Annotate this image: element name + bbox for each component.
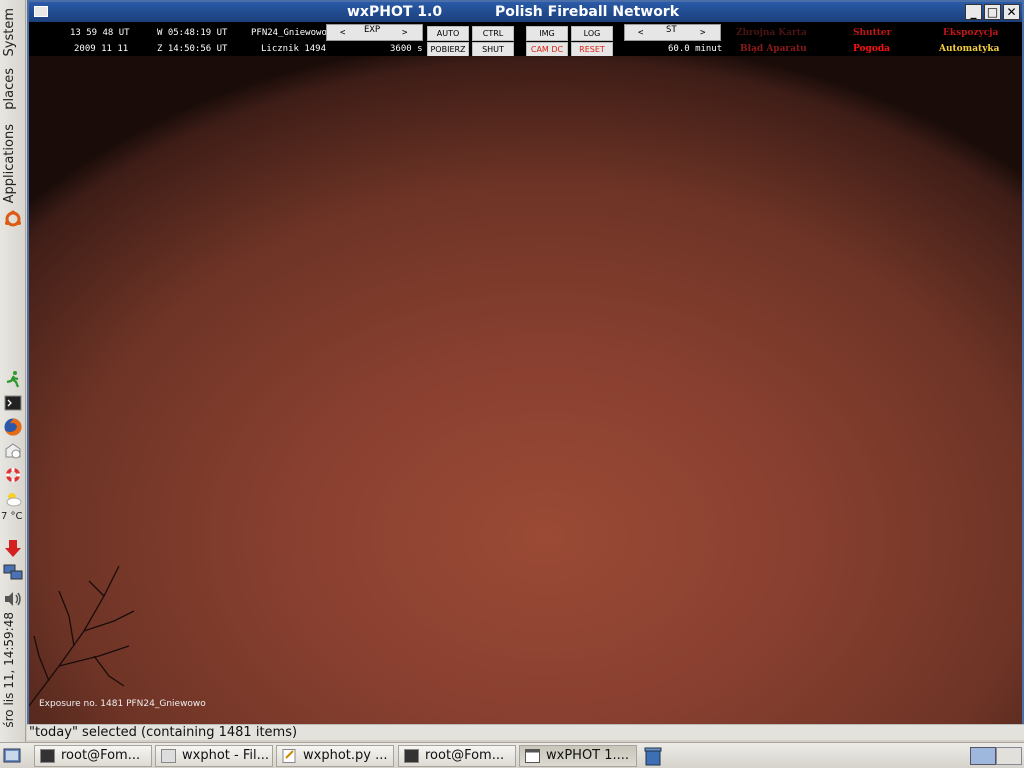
places-menu[interactable]: places xyxy=(2,68,17,110)
exp-prev-button[interactable]: < xyxy=(340,28,345,38)
window-subtitle: Polish Fireball Network xyxy=(495,4,680,20)
auto-button[interactable]: AUTO xyxy=(427,26,469,41)
wxphot-window: wxPHOT 1.0 Polish Fireball Network _ □ ✕… xyxy=(27,0,1024,724)
exp-next-button[interactable]: > xyxy=(402,28,407,38)
z-time: Z 14:50:56 UT xyxy=(157,44,228,54)
station-name: PFN24_Gniewowo xyxy=(251,28,327,38)
st-next-button[interactable]: > xyxy=(700,28,705,38)
task-editor[interactable]: wxphot.py ... xyxy=(276,745,394,767)
terminal-icon xyxy=(40,749,55,763)
help-lifebuoy-icon[interactable] xyxy=(2,464,23,485)
folder-icon xyxy=(161,749,176,763)
task-wxphot[interactable]: wxPHOT 1.... xyxy=(519,745,637,767)
workspace-2[interactable] xyxy=(996,747,1022,765)
clock[interactable]: śro lis 11, 14:59:48 xyxy=(2,612,16,728)
img-button[interactable]: IMG xyxy=(526,26,568,41)
st-label: ST xyxy=(666,25,677,35)
window-menu-icon[interactable] xyxy=(34,6,48,17)
counter: Licznik 1494 xyxy=(261,44,327,54)
taskbar: root@Fom... wxphot - Fil... wxphot.py ..… xyxy=(0,742,1024,768)
trash-icon[interactable] xyxy=(643,746,663,766)
task-label: root@Fom... xyxy=(425,748,505,763)
exposure-caption: Exposure no. 1481 PFN24_Gniewowo xyxy=(39,699,206,709)
system-menu[interactable]: System xyxy=(2,8,17,56)
exp-control: < EXP > xyxy=(326,24,423,41)
tree-silhouette xyxy=(29,565,135,707)
w-time: W 05:48:19 UT xyxy=(157,28,228,38)
task-label: wxphot - Fil... xyxy=(182,748,269,763)
exp-label: EXP xyxy=(364,25,381,35)
text-editor-icon xyxy=(282,749,296,763)
reset-button[interactable]: RESET xyxy=(571,42,613,57)
info-bar: 13 59 48 UT 2009 11 11 W 05:48:19 UT Z 1… xyxy=(29,22,1022,57)
window-icon xyxy=(525,749,540,763)
workspace-1[interactable] xyxy=(970,747,996,765)
st-control: < ST > xyxy=(624,24,721,41)
task-label: wxphot.py ... xyxy=(303,748,388,763)
task-label: wxPHOT 1.... xyxy=(546,748,630,763)
desktop: System places Applications 7 °C śro lis … xyxy=(0,0,1024,768)
mail-icon[interactable] xyxy=(2,440,23,461)
date: 2009 11 11 xyxy=(74,44,129,54)
task-terminal-1[interactable]: root@Fom... xyxy=(34,745,152,767)
maximize-button[interactable]: □ xyxy=(984,4,1001,20)
flag-ekspozycja: Ekspozycja xyxy=(943,28,999,38)
network-icon[interactable] xyxy=(2,562,23,583)
window-title: wxPHOT 1.0 xyxy=(347,4,443,20)
running-man-icon[interactable] xyxy=(2,368,23,389)
show-desktop-icon[interactable] xyxy=(3,747,21,765)
firefox-icon[interactable] xyxy=(2,416,23,437)
sky-image: Exposure no. 1481 PFN24_Gniewowo xyxy=(29,56,1022,724)
minimize-button[interactable]: _ xyxy=(965,4,982,20)
ubuntu-logo-icon[interactable] xyxy=(2,208,23,229)
flag-shutter: Shutter xyxy=(853,28,892,38)
st-prev-button[interactable]: < xyxy=(638,28,643,38)
task-label: root@Fom... xyxy=(61,748,141,763)
flag-zbrojna-karta: Zbrojna Karta xyxy=(736,28,807,38)
pobierz-button[interactable]: POBIERZ xyxy=(427,42,469,57)
exposure-seconds: 3600 s xyxy=(390,44,423,54)
log-button[interactable]: LOG xyxy=(571,26,613,41)
volume-icon[interactable] xyxy=(2,588,23,609)
shut-button[interactable]: SHUT xyxy=(472,42,514,57)
terminal-icon[interactable] xyxy=(2,392,23,413)
close-button[interactable]: ✕ xyxy=(1003,4,1020,20)
title-bar[interactable]: wxPHOT 1.0 Polish Fireball Network _ □ ✕ xyxy=(29,2,1022,22)
branch-silhouette xyxy=(29,115,55,177)
cam-dc-button[interactable]: CAM DC xyxy=(526,42,568,57)
minutes-value: 60.0 minut xyxy=(668,44,723,54)
ut-time: 13 59 48 UT xyxy=(70,28,130,38)
flag-automatyka: Automatyka xyxy=(939,44,1000,54)
task-file-manager[interactable]: wxphot - Fil... xyxy=(155,745,273,767)
flag-pogoda: Pogoda xyxy=(853,44,890,54)
terminal-icon xyxy=(404,749,419,763)
left-panel: System places Applications 7 °C śro lis … xyxy=(0,0,26,742)
temperature-label[interactable]: 7 °C xyxy=(1,511,23,522)
file-manager-status: "today" selected (containing 1481 items) xyxy=(27,724,1024,740)
flag-blad-aparatu: Błąd Aparatu xyxy=(740,44,807,54)
ctrl-button[interactable]: CTRL xyxy=(472,26,514,41)
weather-icon[interactable] xyxy=(2,488,23,509)
task-terminal-2[interactable]: root@Fom... xyxy=(398,745,516,767)
update-download-icon[interactable] xyxy=(2,538,23,559)
applications-menu[interactable]: Applications xyxy=(2,124,17,203)
